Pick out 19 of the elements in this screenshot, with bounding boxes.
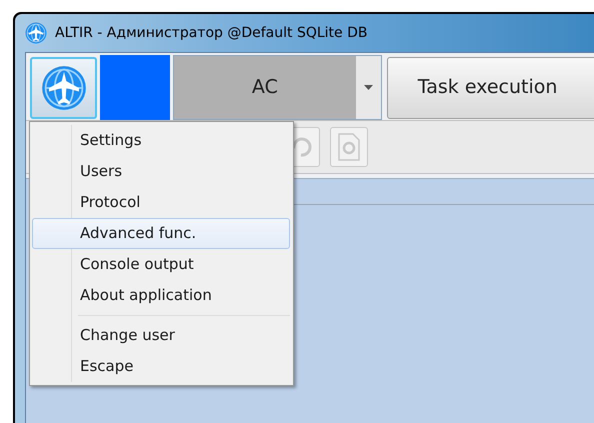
refresh-document-icon xyxy=(337,132,361,162)
refresh-button[interactable] xyxy=(330,127,368,167)
menu-item[interactable]: Protocol xyxy=(32,187,290,218)
menu-item[interactable]: Users xyxy=(32,156,290,187)
task-execution-button[interactable]: Task execution xyxy=(386,56,594,118)
menu-item[interactable]: Change user xyxy=(32,320,290,351)
menu-item[interactable]: Escape xyxy=(32,351,290,382)
dropdown[interactable]: AC xyxy=(173,55,382,120)
app-menu-button[interactable] xyxy=(30,56,98,118)
window-title: ALTIR - Администратор @Default SQLite DB xyxy=(55,24,368,42)
color-block xyxy=(100,55,170,120)
app-icon xyxy=(25,22,47,44)
caret-icon xyxy=(364,85,373,90)
menu-item[interactable]: About application xyxy=(32,280,290,311)
menu-item[interactable]: Console output xyxy=(32,249,290,280)
menu-item[interactable]: Settings xyxy=(32,125,290,156)
menu-item[interactable]: Advanced func. xyxy=(32,218,290,249)
globe-plane-icon xyxy=(40,64,87,110)
dropdown-value: AC xyxy=(174,56,356,119)
